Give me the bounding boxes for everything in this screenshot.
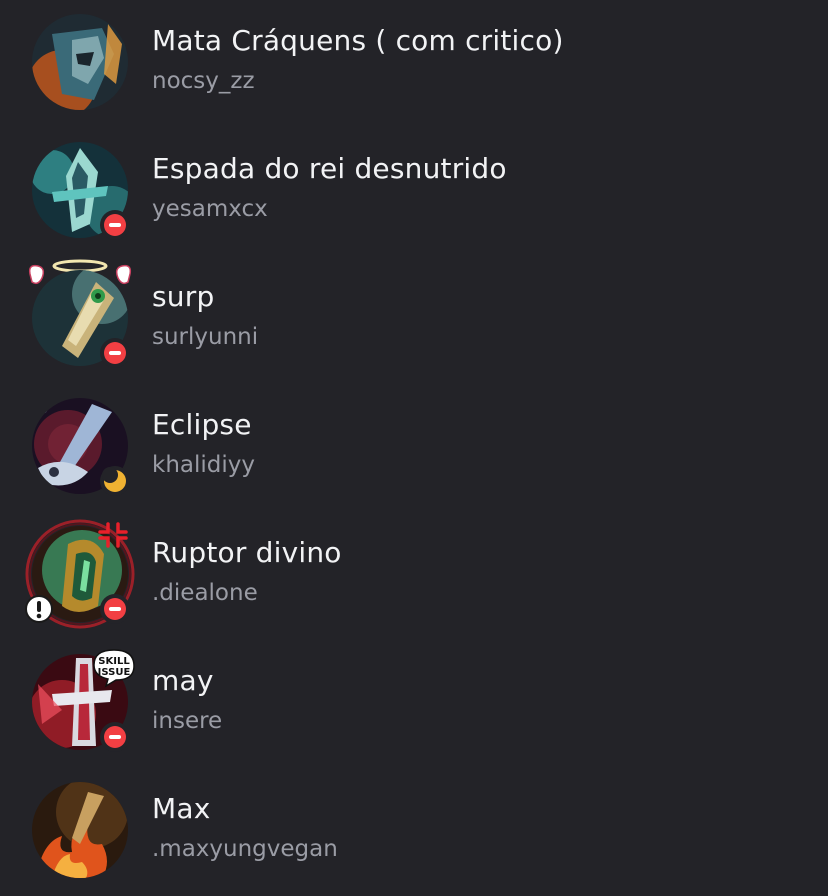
avatar [32,142,130,240]
skill-issue-sticker-icon: SKILL ISSUE [93,649,135,688]
member-row[interactable]: surp surlyunni [0,256,828,384]
avatar [32,398,130,496]
member-display-name: Espada do rei desnutrido [152,152,507,185]
status-indicator [100,338,130,368]
member-display-name: Ruptor divino [152,536,342,569]
avatar [32,782,128,878]
status-indicator [100,722,130,752]
member-username: nocsy_zz [152,68,255,94]
status-indicator [100,594,130,624]
do-not-disturb-icon [104,342,126,364]
member-list: Mata Cráquens ( com critico) nocsy_zz Es… [0,0,828,894]
member-row[interactable]: Eclipse khalidiyy [0,384,828,512]
member-display-name: Eclipse [152,408,252,441]
status-indicator [100,210,130,240]
do-not-disturb-icon [104,726,126,748]
member-username: insere [152,708,223,734]
member-username: khalidiyy [152,452,255,478]
svg-text:SKILL: SKILL [98,656,130,667]
member-row[interactable]: Espada do rei desnutrido yesamxcx [0,128,828,285]
member-username: .maxyungvegan [152,836,338,862]
anger-mark-icon [98,522,128,548]
member-row[interactable]: Mata Cráquens ( com critico) nocsy_zz [0,0,828,128]
member-display-name: Mata Cráquens ( com critico) [152,24,564,57]
status-indicator [100,466,130,496]
idle-moon-icon [102,467,126,492]
member-display-name: surp [152,280,215,313]
member-username: yesamxcx [152,196,268,222]
member-username: surlyunni [152,324,259,350]
member-display-name: Max [152,792,211,825]
avatar [32,270,130,368]
do-not-disturb-icon [104,598,126,620]
flame-blade-avatar-icon [32,782,128,878]
member-row[interactable]: Ruptor divino .diealone [0,512,828,640]
member-username: .diealone [152,580,258,606]
alert-bubble-icon [25,595,53,623]
do-not-disturb-icon [104,214,126,236]
member-row[interactable]: Max .maxyungvegan [0,768,828,896]
avatar [32,14,128,110]
member-row[interactable]: SKILL ISSUE may insere [0,640,828,768]
member-display-name: may [152,664,214,697]
svg-text:ISSUE: ISSUE [98,667,131,678]
armored-helmet-avatar-icon [32,14,128,110]
